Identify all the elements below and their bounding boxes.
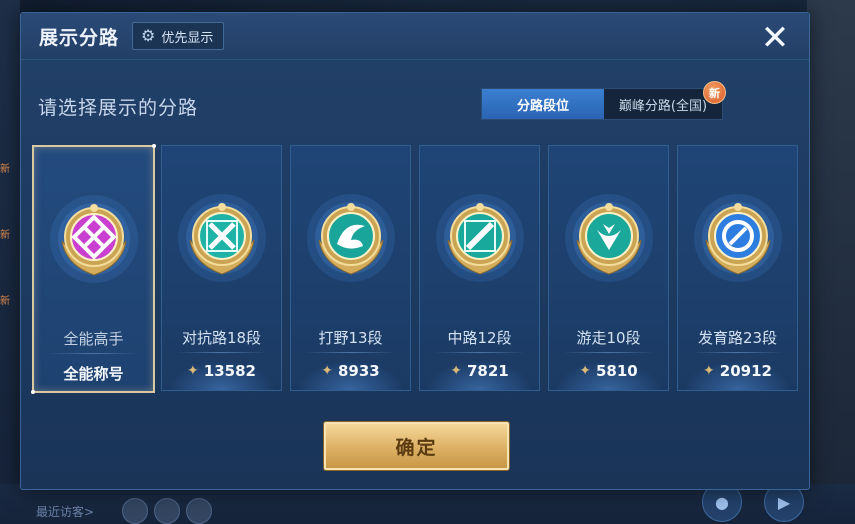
lane-card-value: ✦ 8933: [291, 362, 410, 380]
lane-card[interactable]: 全能高手 全能称号: [31, 144, 156, 394]
lane-tabs: 分路段位 巅峰分路(全国) 新: [481, 81, 726, 120]
card-divider: [692, 352, 783, 353]
side-new-badge: 新: [0, 164, 10, 175]
tab-label: 分路段位: [516, 98, 569, 114]
power-icon: ✦: [450, 363, 462, 379]
lane-card-label: 打野13段: [318, 329, 383, 347]
lane-card-value: ✦ 13582: [162, 362, 281, 380]
power-icon: ✦: [703, 363, 715, 379]
lane-card-label: 发育路23段: [697, 329, 778, 347]
lane-card-value-text: 8933: [337, 362, 380, 380]
card-divider: [563, 352, 654, 353]
lane-card[interactable]: 打野13段 ✦ 8933: [290, 145, 411, 391]
lane-display-dialog: 展示分路 ⚙ 优先显示 ✕ 请选择展示的分路 分路段位 巅峰分路(全国) 新 全…: [20, 12, 810, 490]
card-divider: [48, 353, 139, 354]
confirm-label: 确定: [395, 436, 438, 459]
lane-card[interactable]: 中路12段 ✦ 7821: [419, 145, 540, 391]
lane-card-value: ✦ 5810: [549, 362, 668, 380]
person-icon: ●: [715, 492, 729, 512]
lane-card-label: 全能高手: [63, 330, 124, 348]
lane-card-value: 全能称号: [34, 363, 153, 384]
card-divider: [434, 352, 525, 353]
side-new-badge: 新: [0, 296, 10, 307]
confirm-button[interactable]: 确定: [324, 422, 509, 470]
lane-card[interactable]: 对抗路18段 ✦ 13582: [161, 145, 282, 391]
priority-display-label: 优先显示: [161, 30, 214, 46]
roam-medal-icon: [559, 188, 659, 288]
tab-lane-rank[interactable]: 分路段位: [482, 89, 604, 119]
priority-display-button[interactable]: ⚙ 优先显示: [132, 22, 225, 50]
lane-card-value: ✦ 7821: [420, 362, 539, 380]
background-left-strip: [0, 0, 20, 524]
lane-card-value-text: 20912: [719, 362, 772, 380]
dialog-title: 展示分路: [39, 27, 120, 49]
farm-lane-medal-icon: [688, 188, 788, 288]
selection-corner-dot: [152, 144, 156, 148]
visitor-avatar[interactable]: [186, 498, 212, 524]
lane-card-value-text: 7821: [466, 362, 509, 380]
card-divider: [305, 352, 396, 353]
lane-card-value-text: 5810: [595, 362, 638, 380]
power-icon: ✦: [321, 363, 333, 379]
close-button[interactable]: ✕: [756, 19, 794, 57]
recent-visitors-link[interactable]: 最近访客>: [36, 503, 94, 520]
tab-label: 巅峰分路(全国): [618, 98, 708, 114]
visitor-avatar[interactable]: [154, 498, 180, 524]
play-icon: ▶: [777, 492, 791, 512]
tab-peak-lane[interactable]: 巅峰分路(全国) 新: [604, 81, 726, 119]
power-icon: ✦: [579, 363, 591, 379]
lane-card[interactable]: 发育路23段 ✦ 20912: [677, 145, 798, 391]
lane-card-label: 中路12段: [447, 329, 512, 347]
background-right-strip: [807, 0, 855, 524]
lane-card[interactable]: 游走10段 ✦ 5810: [548, 145, 669, 391]
card-divider: [176, 352, 267, 353]
new-badge: 新: [703, 81, 726, 104]
jungle-medal-icon: [301, 188, 401, 288]
side-new-badge: 新: [0, 230, 10, 241]
mid-lane-medal-icon: [430, 188, 530, 288]
selection-corner-dot: [31, 390, 35, 394]
all-round-medal-icon: [44, 189, 144, 289]
dialog-subtitle: 请选择展示的分路: [38, 97, 199, 119]
gear-icon: ⚙: [141, 26, 156, 45]
visitor-avatar[interactable]: [122, 498, 148, 524]
clash-lane-medal-icon: [172, 188, 272, 288]
lane-card-label: 游走10段: [576, 329, 641, 347]
lane-card-value-text: 13582: [203, 362, 256, 380]
power-icon: ✦: [187, 363, 199, 379]
lane-card-value-text: 全能称号: [63, 365, 124, 383]
lane-card-value: ✦ 20912: [678, 362, 797, 380]
close-icon: ✕: [760, 18, 790, 58]
lane-card-label: 对抗路18段: [181, 329, 262, 347]
